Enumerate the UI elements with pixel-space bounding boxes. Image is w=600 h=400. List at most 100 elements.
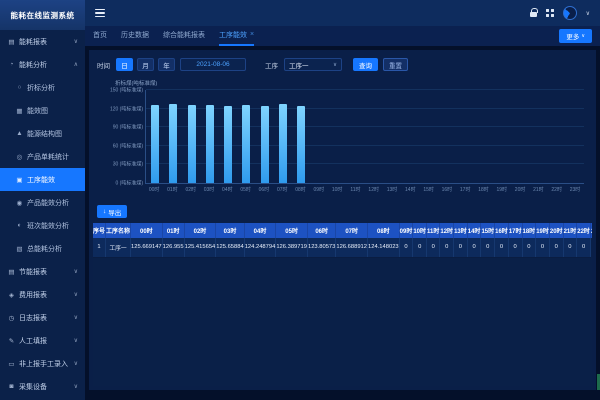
sidebar-item-label: 工序能效 [27, 175, 55, 185]
process-filter-label: 工序 [265, 60, 278, 70]
table-cell: 126.955 [162, 238, 184, 257]
chevron-down-icon[interactable]: ∨ [586, 10, 590, 17]
column-header: 06时 [307, 223, 335, 238]
sidebar-item[interactable]: ◙采集设备∨ [0, 375, 85, 398]
bar-slot [183, 90, 201, 183]
table-cell: 0 [495, 238, 509, 257]
bar[interactable] [169, 104, 177, 183]
sidebar-item-label: 产品能效分析 [27, 198, 69, 208]
bar-chart: 折标煤(吨标准煤) 0 (吨标准煤)30 (吨标准煤)60 (吨标准煤)90 (… [89, 76, 596, 193]
input-icon: ▭ [7, 360, 16, 368]
bar-slot [146, 90, 164, 183]
export-button[interactable]: ↓ 导出 [97, 205, 127, 218]
search-button[interactable]: 查询 [353, 58, 378, 71]
tab-label: 首页 [93, 30, 107, 40]
chart-plot-area: 0 (吨标准煤)30 (吨标准煤)60 (吨标准煤)90 (吨标准煤)120 (… [145, 90, 584, 184]
bar[interactable] [224, 106, 232, 183]
sidebar-item[interactable]: ▤节能报表∨ [0, 260, 85, 283]
y-axis-tick-label: 90 (吨标准煤) [113, 124, 143, 131]
chevron-down-icon: ∨ [74, 268, 78, 275]
x-axis-tick-label: 02时 [182, 186, 200, 193]
chevron-down-icon: ∨ [74, 291, 78, 298]
lock-icon[interactable] [530, 12, 537, 17]
time-filter-label: 时间 [97, 60, 110, 70]
bar[interactable] [261, 106, 269, 183]
app-window: 能耗在线监测系统 ▤能耗报表∨◔能耗分析∧○折标分析▦能效图▲能源结构图◎产品单… [0, 0, 600, 400]
x-axis-tick-label: 15时 [419, 186, 437, 193]
bar-slot [475, 90, 493, 183]
tab[interactable]: 综合能耗报表 [163, 26, 205, 46]
chevron-down-icon: ∨ [74, 314, 78, 321]
shift-icon: ◐ [15, 222, 24, 229]
sidebar-item[interactable]: ▤能耗报表∨ [0, 30, 85, 53]
sidebar-item[interactable]: ◐班次能效分析 [0, 214, 85, 237]
sidebar-item-label: 折标分析 [27, 83, 55, 93]
y-axis-tick-label: 30 (吨标准煤) [113, 161, 143, 168]
avatar[interactable] [563, 6, 577, 20]
chevron-down-icon: ∨ [74, 383, 78, 390]
table-cell: 0 [399, 238, 413, 257]
sidebar-item[interactable]: ◔能耗分析∧ [0, 53, 85, 76]
bar-slot [438, 90, 456, 183]
sidebar-item[interactable]: ◈费用报表∨ [0, 283, 85, 306]
apps-grid-icon[interactable] [546, 9, 554, 17]
column-header: 12时 [440, 223, 454, 238]
table-cell: 125.669147 [131, 238, 163, 257]
table-cell: 0 [467, 238, 481, 257]
tab[interactable]: 工序能效× [219, 26, 254, 46]
tab[interactable]: 历史数据 [121, 26, 149, 46]
column-header: 工序名称 [106, 223, 131, 238]
date-input[interactable]: 2021-08-06 [180, 58, 246, 71]
bar[interactable] [206, 105, 214, 183]
chart-axis-title: 折标煤(吨标准煤) [115, 79, 586, 87]
sidebar-item[interactable]: ◷日志报表∨ [0, 306, 85, 329]
sidebar-item[interactable]: ▭非上报手工录入∨ [0, 352, 85, 375]
circle-icon: ○ [15, 84, 24, 91]
table-row[interactable]: 1工序一125.669147126.955125.415654125.65884… [93, 238, 592, 257]
column-header: 序号 [93, 223, 106, 238]
tab-bar: 首页历史数据综合能耗报表工序能效× 更多 ∨ [85, 26, 600, 46]
sidebar-item[interactable]: ✎人工填报∨ [0, 329, 85, 352]
process-select[interactable]: 工序一 ∨ [284, 58, 342, 71]
bar[interactable] [297, 106, 305, 183]
x-axis-tick-label: 00时 [145, 186, 163, 193]
more-button[interactable]: 更多 ∨ [559, 29, 592, 43]
bars-layer [146, 90, 584, 183]
table-cell: 0 [427, 238, 440, 257]
table-cell: 1 [93, 238, 106, 257]
column-header: 00时 [131, 223, 163, 238]
bar[interactable] [188, 105, 196, 183]
bar[interactable] [151, 105, 159, 183]
bar-slot [256, 90, 274, 183]
bar-slot [201, 90, 219, 183]
table-body: 1工序一125.669147126.955125.415654125.65884… [93, 238, 592, 257]
sidebar-item[interactable]: ○折标分析 [0, 76, 85, 99]
bar[interactable] [279, 104, 287, 183]
sidebar-item[interactable]: ▣工序能效 [0, 168, 85, 191]
sidebar-item[interactable]: ▲能源结构图 [0, 122, 85, 145]
tab[interactable]: 首页 [93, 26, 107, 46]
sidebar-item[interactable]: ▦能效图 [0, 99, 85, 122]
period-button[interactable]: 月 [137, 58, 154, 71]
reset-button[interactable]: 重置 [383, 58, 408, 71]
column-header: 15时 [481, 223, 495, 238]
sidebar-item[interactable]: ▧总能耗分析 [0, 237, 85, 260]
product-icon: ◉ [15, 199, 24, 207]
sidebar-item[interactable]: ◉产品能效分析 [0, 191, 85, 214]
chevron-down-icon: ∨ [74, 360, 78, 367]
sidebar-item[interactable]: ◎产品单耗统计 [0, 145, 85, 168]
process-icon: ▣ [15, 176, 24, 184]
hamburger-menu-icon[interactable] [95, 9, 105, 18]
x-axis-tick-label: 20时 [511, 186, 529, 193]
period-button[interactable]: 日 [116, 58, 133, 71]
table-cell: 0 [440, 238, 454, 257]
bar[interactable] [242, 105, 250, 183]
bar-slot [310, 90, 328, 183]
main-area: ∨ 首页历史数据综合能耗报表工序能效× 更多 ∨ 时间 日月年 2021-08-… [85, 0, 600, 400]
data-table-container[interactable]: 序号工序名称00时01时02时03时04时05时06时07时08时09时10时1… [93, 223, 592, 386]
tab-label: 工序能效 [219, 30, 247, 40]
period-button[interactable]: 年 [158, 58, 175, 71]
close-icon[interactable]: × [250, 31, 254, 38]
topbar: ∨ [85, 0, 600, 26]
bar-slot [420, 90, 438, 183]
